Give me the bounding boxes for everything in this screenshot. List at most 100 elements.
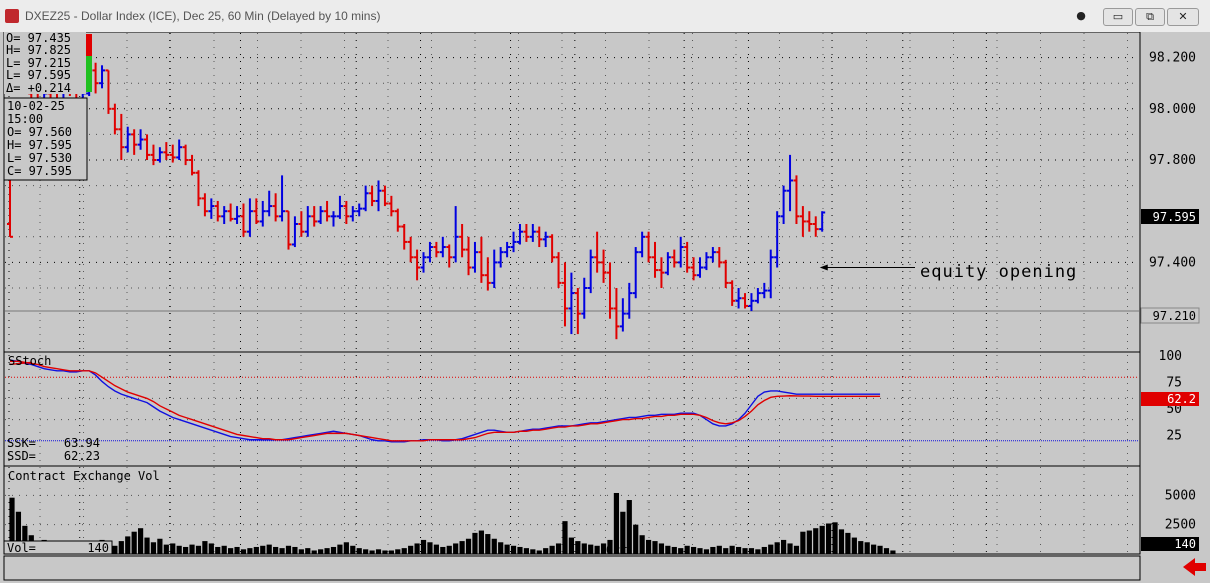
volume-bar	[755, 549, 761, 554]
volume-bar	[318, 549, 324, 554]
close-button[interactable]: ✕	[1167, 8, 1199, 26]
volume-bar	[575, 541, 581, 554]
volume-bar	[858, 541, 864, 554]
ohlc-box: O= 97.435 H= 97.825 L= 97.215 L= 97.595 …	[4, 32, 92, 95]
vol-last-label: 140	[1174, 537, 1196, 551]
bar-detail-line: 10-02-25	[7, 99, 65, 113]
volume-bar	[388, 550, 394, 554]
stoch-last-label: 62.2	[1167, 392, 1196, 406]
last-price-label: 97.595	[1153, 210, 1196, 224]
volume-bar	[465, 538, 472, 554]
restore-button[interactable]: ⧉	[1135, 8, 1165, 26]
volume-bar	[208, 543, 214, 554]
volume-bar	[710, 546, 716, 554]
price-tick-label: 98.000	[1149, 102, 1196, 117]
volume-bar	[594, 545, 600, 554]
volume-bar	[446, 545, 452, 554]
volume-bar	[420, 539, 427, 554]
volume-bar	[440, 546, 446, 554]
volume-bar	[112, 545, 118, 554]
volume-bar	[330, 546, 337, 554]
volume-bar	[768, 544, 774, 554]
volume-bar	[144, 537, 150, 554]
ohlc-line: L= 97.595	[6, 68, 71, 82]
volume-bar	[311, 550, 317, 554]
volume-bar	[401, 548, 407, 554]
bar-detail-line: H= 97.595	[7, 138, 72, 152]
volume-bar	[871, 544, 877, 554]
volume-bar	[568, 537, 575, 554]
volume-bar	[517, 546, 523, 554]
window-title-bar: DXEZ25 - Dollar Index (ICE), Dec 25, 60 …	[0, 0, 1210, 33]
volume-bar	[298, 549, 304, 554]
volume-bar	[652, 541, 658, 554]
volume-bar	[433, 544, 439, 554]
volume-bar	[459, 541, 465, 554]
bar-detail-line: L= 97.530	[7, 151, 72, 165]
volume-bar	[645, 539, 652, 554]
stoch-tick-label: 25	[1166, 429, 1182, 444]
stoch-panel[interactable]	[3, 351, 1141, 467]
minimize-button[interactable]: ▭	[1103, 8, 1133, 26]
volume-bar	[253, 546, 259, 554]
ref-price-label: 97.210	[1153, 309, 1196, 323]
volume-bar	[163, 544, 169, 554]
volume-bar	[228, 548, 234, 554]
volume-bar	[215, 546, 221, 554]
stoch-tick-label: 75	[1166, 376, 1182, 391]
volume-bar	[838, 529, 845, 554]
volume-bar	[221, 545, 227, 554]
volume-bar	[510, 545, 517, 554]
dot-button[interactable]: ●	[1068, 8, 1094, 24]
volume-bar	[504, 544, 510, 554]
volume-bar	[748, 548, 755, 554]
vol-tick-label: 5000	[1165, 488, 1196, 503]
volume-bar	[395, 549, 401, 554]
ssk-value: 63.94	[64, 436, 100, 450]
volume-bar	[588, 544, 594, 554]
vol-label: Vol=	[7, 541, 36, 555]
volume-bar	[826, 523, 832, 554]
volume-bar	[337, 544, 343, 554]
volume-bar	[761, 546, 767, 554]
ohlc-green-marker	[86, 56, 92, 92]
ssd-label: SSD=	[7, 449, 36, 463]
volume-bar	[150, 542, 157, 554]
volume-bar	[864, 542, 870, 554]
volume-bar	[324, 548, 330, 554]
chart-area[interactable]: 25-07:0025-19:0026-07:0028-17:0029-07:00…	[0, 32, 1210, 583]
volume-bar	[157, 538, 163, 554]
volume-bar	[703, 549, 710, 554]
volume-bar	[350, 545, 356, 554]
ohlc-line: H= 97.825	[6, 43, 71, 57]
vol-value: 140	[87, 541, 109, 555]
volume-bar	[202, 541, 208, 554]
volume-bar	[170, 543, 176, 554]
volume-bar	[285, 545, 292, 554]
vol-tick-label: 2500	[1165, 518, 1196, 533]
volume-bar	[369, 550, 375, 554]
volume-bar	[819, 525, 825, 554]
volume-bar	[800, 531, 806, 554]
volume-bar	[260, 545, 266, 554]
volume-bar	[343, 542, 349, 554]
volume-bar	[562, 521, 568, 554]
volume-bar	[356, 548, 362, 554]
volume-bar	[382, 550, 388, 554]
volume-bar	[234, 546, 240, 554]
volume-bar	[427, 542, 433, 554]
volume-bar	[453, 543, 459, 554]
volume-bar	[581, 543, 587, 554]
volume-bar	[639, 535, 645, 554]
volume-bar	[883, 548, 890, 554]
volume-bar	[633, 524, 639, 554]
volume-bar	[890, 550, 896, 554]
volume-bar	[279, 548, 285, 554]
volume-bar	[549, 545, 555, 554]
ssk-label: SSK=	[7, 436, 36, 450]
volume-bar	[131, 531, 137, 554]
volume-bar	[877, 545, 883, 554]
ohlc-line: Δ= +0.214	[6, 81, 71, 95]
window-title: DXEZ25 - Dollar Index (ICE), Dec 25, 60 …	[25, 9, 381, 23]
volume-bar	[472, 532, 478, 554]
